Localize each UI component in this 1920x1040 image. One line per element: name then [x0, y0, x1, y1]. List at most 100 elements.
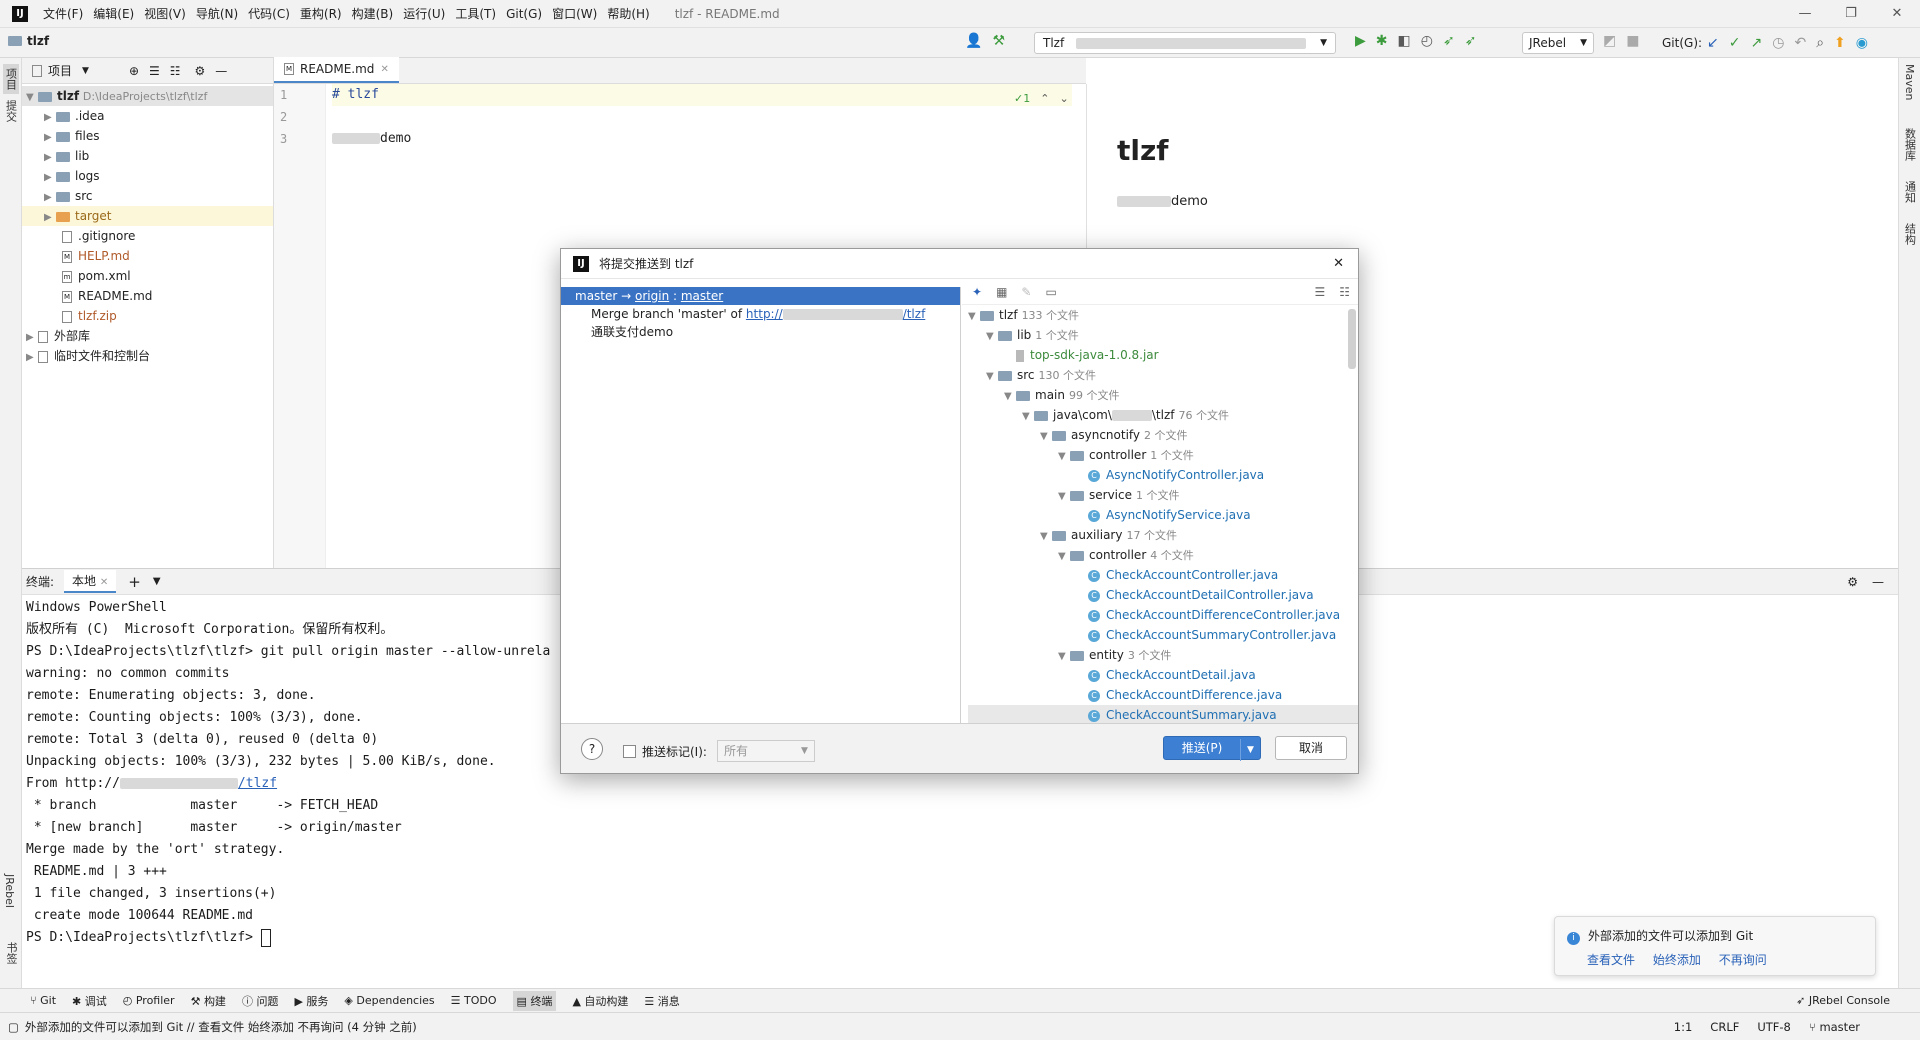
- file-tree-folder[interactable]: ▼ lib 1 个文件: [968, 325, 1358, 345]
- caret-position[interactable]: 1:1: [1674, 1020, 1693, 1034]
- commit-row[interactable]: 通联支付demo: [561, 323, 960, 341]
- tool-project[interactable]: 项目: [2, 64, 19, 94]
- close-window-button[interactable]: ✕: [1874, 0, 1920, 28]
- line-separator[interactable]: CRLF: [1710, 1020, 1739, 1034]
- tool-bookmarks[interactable]: 书签: [3, 942, 19, 964]
- close-tab-icon[interactable]: ✕: [380, 64, 388, 75]
- file-tree-folder[interactable]: ▼ asyncnotify 2 个文件: [968, 425, 1358, 445]
- scrollbar[interactable]: [1348, 309, 1356, 369]
- tree-item-gitignore[interactable]: .gitignore: [22, 226, 273, 246]
- file-tree[interactable]: ▼ tlzf 133 个文件 ▼ lib 1 个文件 top-sdk-java-1.0.8.…: [962, 305, 1358, 723]
- run-config-select[interactable]: Tlzf ▼: [1034, 32, 1336, 54]
- group-by-icon[interactable]: ▦: [996, 285, 1007, 299]
- git-history-icon[interactable]: ◷: [1772, 35, 1784, 51]
- file-tree-folder[interactable]: ▼ service 1 个文件: [968, 485, 1358, 505]
- tool-structure[interactable]: 结构: [1902, 223, 1918, 245]
- menu-build[interactable]: 构建(B): [347, 5, 399, 22]
- tool-jrebel-console[interactable]: ➶ JRebel Console: [1796, 994, 1890, 1007]
- expand-all-icon[interactable]: ☰: [149, 64, 160, 78]
- remote-name-link[interactable]: origin: [635, 289, 669, 303]
- jrebel-debug-icon[interactable]: ➶: [1465, 33, 1477, 49]
- collapse-all-icon[interactable]: ☷: [170, 64, 181, 78]
- inspection-widget[interactable]: ✓1 ⌃ ⌄: [1014, 92, 1069, 105]
- always-add-link[interactable]: 始终添加: [1653, 953, 1701, 967]
- tree-item-idea[interactable]: ▶ .idea: [22, 106, 273, 126]
- profiler-icon[interactable]: ◴: [1421, 33, 1433, 49]
- file-tree-java-file[interactable]: C CheckAccountDetailController.java: [968, 585, 1358, 605]
- gear-icon[interactable]: ⚙: [1847, 575, 1858, 589]
- branch-row[interactable]: master → origin : master: [561, 287, 960, 305]
- tool-notifications[interactable]: 通知: [1902, 181, 1918, 203]
- menu-code[interactable]: 代码(C): [243, 5, 295, 22]
- collapse-all-icon[interactable]: ☷: [1339, 285, 1350, 299]
- dialog-close-button[interactable]: ✕: [1333, 256, 1344, 271]
- git-push-icon[interactable]: ↗: [1751, 35, 1763, 51]
- tree-item-pom[interactable]: m pom.xml: [22, 266, 273, 286]
- file-tree-jar-file[interactable]: top-sdk-java-1.0.8.jar: [968, 345, 1358, 365]
- add-tab-icon[interactable]: +: [128, 573, 141, 591]
- tool-todo[interactable]: ☰ TODO: [451, 994, 497, 1007]
- push-tags-checkbox[interactable]: [623, 744, 636, 758]
- menu-navigate[interactable]: 导航(N): [191, 5, 243, 22]
- chevron-up-icon[interactable]: ⌃: [1040, 92, 1049, 105]
- tool-messages[interactable]: ☰ 消息: [644, 993, 679, 1009]
- tags-select[interactable]: 所有 ▼: [716, 740, 815, 762]
- update-icon[interactable]: ⬆: [1834, 35, 1846, 51]
- locate-icon[interactable]: ⊕: [129, 64, 139, 78]
- menu-help[interactable]: 帮助(H): [602, 5, 654, 22]
- diff-icon[interactable]: ▭: [1045, 285, 1056, 299]
- minimize-button[interactable]: —: [1782, 0, 1828, 28]
- commit-row[interactable]: Merge branch 'master' of http:// /tlzf: [561, 305, 960, 323]
- git-branch-widget[interactable]: ⑂ master: [1809, 1020, 1860, 1034]
- git-update-icon[interactable]: ↙: [1707, 35, 1719, 51]
- status-message[interactable]: 外部添加的文件可以添加到 Git // 查看文件 始终添加 不再询问 (4 分钟…: [25, 1019, 417, 1035]
- search-icon[interactable]: ⌕: [1816, 35, 1824, 51]
- file-tree-java-file[interactable]: C AsyncNotifyController.java: [968, 465, 1358, 485]
- tree-item-src[interactable]: ▶ src: [22, 186, 273, 206]
- target-branch-link[interactable]: master: [681, 289, 723, 303]
- tree-item-external-libs[interactable]: ▶ 外部库: [22, 326, 273, 346]
- restore-button[interactable]: ❐: [1828, 0, 1874, 28]
- menu-refactor[interactable]: 重构(R): [295, 5, 347, 22]
- user-icon[interactable]: 👤: [965, 33, 982, 49]
- git-commit-icon[interactable]: ✓: [1729, 35, 1741, 51]
- tab-readme[interactable]: M README.md ✕: [274, 57, 399, 83]
- settings-plugin-icon[interactable]: ◉: [1856, 35, 1868, 51]
- tool-auto-build[interactable]: ▲ 自动构建: [572, 993, 628, 1009]
- tool-problems[interactable]: ⓘ 问题: [242, 993, 279, 1009]
- file-tree-folder[interactable]: ▼ controller 1 个文件: [968, 445, 1358, 465]
- menu-view[interactable]: 视图(V): [139, 5, 191, 22]
- tree-item-zip[interactable]: tlzf.zip: [22, 306, 273, 326]
- file-tree-java-file[interactable]: C CheckAccountDifferenceController.java: [968, 605, 1358, 625]
- menu-tools[interactable]: 工具(T): [450, 5, 501, 22]
- tree-item-scratches[interactable]: ▶ 临时文件和控制台: [22, 346, 273, 366]
- menu-window[interactable]: 窗口(W): [547, 5, 602, 22]
- file-tree-folder[interactable]: ▼ entity 3 个文件: [968, 645, 1358, 665]
- file-tree-folder[interactable]: ▼ tlzf 133 个文件: [968, 305, 1358, 325]
- view-files-link[interactable]: 查看文件: [1587, 953, 1635, 967]
- menu-git[interactable]: Git(G): [501, 7, 547, 21]
- never-ask-link[interactable]: 不再询问: [1719, 953, 1767, 967]
- tool-profiler[interactable]: ◴ Profiler: [123, 994, 175, 1007]
- tool-terminal[interactable]: ▤ 终端: [512, 990, 557, 1011]
- tool-jrebel[interactable]: JRebel: [3, 874, 16, 908]
- jrebel-run-icon[interactable]: ➶: [1443, 33, 1455, 49]
- chevron-down-icon[interactable]: ▼: [82, 66, 89, 76]
- file-tree-folder[interactable]: ▼ main 99 个文件: [968, 385, 1358, 405]
- project-panel-title[interactable]: 项目: [48, 62, 72, 79]
- tool-debug[interactable]: ✱ 调试: [72, 993, 107, 1009]
- file-tree-folder[interactable]: ▼ src 130 个文件: [968, 365, 1358, 385]
- file-tree-java-file[interactable]: C AsyncNotifyService.java: [968, 505, 1358, 525]
- run-icon[interactable]: ▶: [1355, 33, 1366, 49]
- debug-icon[interactable]: ✱: [1376, 33, 1388, 49]
- terminal-tab-local[interactable]: 本地 ✕: [64, 570, 117, 593]
- file-tree-folder[interactable]: ▼ controller 4 个文件: [968, 545, 1358, 565]
- terminal-link[interactable]: /tlzf: [119, 776, 277, 791]
- jrebel-select[interactable]: JRebel ▼: [1522, 32, 1594, 54]
- chevron-down-icon[interactable]: ▼: [1240, 739, 1260, 761]
- code-area[interactable]: # tlzf demo: [332, 84, 1072, 150]
- coverage-icon[interactable]: ◧: [1398, 33, 1411, 49]
- expand-icon[interactable]: ✦: [972, 285, 982, 299]
- project-name[interactable]: tlzf: [27, 34, 49, 48]
- tree-item-files[interactable]: ▶ files: [22, 126, 273, 146]
